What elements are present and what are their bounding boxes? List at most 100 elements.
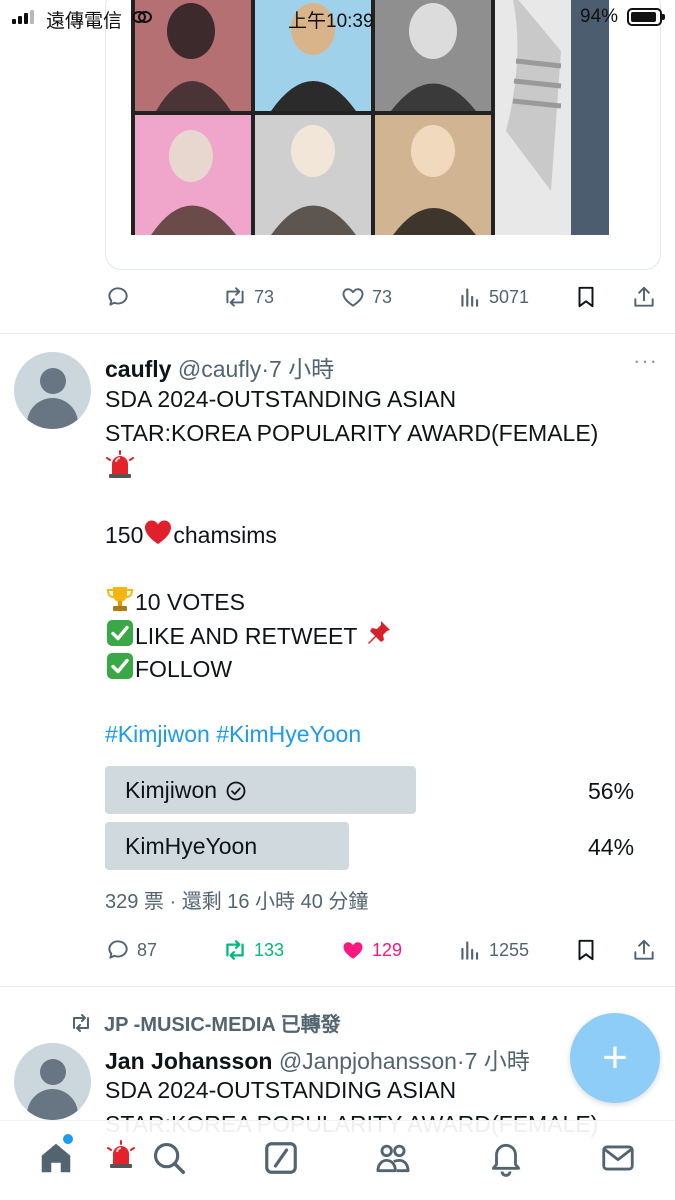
retweet-count: 133 — [254, 939, 285, 960]
like-retweet-line: LIKE AND RETWEET — [135, 622, 357, 649]
bottom-nav — [0, 1120, 675, 1200]
tweet-divider — [0, 986, 675, 987]
tweet-text-line: SDA 2024-OUTSTANDING ASIAN — [105, 1077, 457, 1103]
retweet-icon — [226, 287, 244, 307]
like-count: 129 — [372, 939, 403, 960]
carrier-name: 遠傳電信 — [46, 11, 123, 32]
poll-option-text: Kimjiwon — [125, 777, 218, 803]
header-separator: · — [261, 356, 269, 382]
reply-button[interactable] — [105, 277, 137, 317]
nav-grok[interactable] — [262, 1139, 302, 1179]
compose-button[interactable]: + — [570, 1013, 660, 1103]
tweet-header: Jan Johansson @Janpjohansson·7 小時 — [105, 1042, 530, 1076]
siren-emoji-icon — [107, 1140, 135, 1168]
previous-tweet-actions: 73 73 5071 — [105, 277, 661, 317]
siren-emoji-icon — [106, 450, 134, 478]
battery-percent: 94% — [580, 6, 619, 27]
retweet-context[interactable]: JP -MUSIC-MEDIA 已轉發 — [68, 1008, 341, 1037]
clock: 上午10:39 — [288, 11, 374, 32]
communities-icon — [376, 1144, 410, 1173]
avatar[interactable] — [14, 352, 91, 429]
poll-option-label[interactable]: KimHyeYoon — [125, 833, 257, 860]
check-circle-icon — [226, 781, 246, 800]
follow-line: FOLLOW — [135, 656, 233, 682]
like-button[interactable]: 73 — [340, 277, 392, 317]
avatar[interactable] — [14, 1043, 91, 1120]
tweet-divider — [0, 333, 675, 334]
tweet-time[interactable]: 7 小時 — [465, 1048, 530, 1074]
retweet-context-text: JP -MUSIC-MEDIA 已轉發 — [104, 1014, 341, 1036]
retweet-icon — [73, 1013, 89, 1032]
tweet-text-line: 150 chamsims — [105, 517, 650, 551]
share-button[interactable] — [631, 930, 657, 970]
retweet-button[interactable]: 133 — [222, 930, 284, 970]
author-name[interactable]: Jan Johansson — [105, 1048, 272, 1074]
poll-option-percent: 56% — [588, 778, 635, 804]
nav-search[interactable] — [150, 1139, 190, 1179]
reply-icon — [108, 940, 128, 959]
red-heart-emoji-icon — [145, 520, 172, 544]
views-icon — [461, 288, 479, 307]
link-icon — [132, 11, 152, 23]
like-button[interactable]: 129 — [340, 930, 402, 970]
search-icon — [153, 1142, 185, 1174]
reply-button[interactable]: 87 — [105, 930, 157, 970]
reply-icon — [108, 287, 128, 306]
nav-communities[interactable] — [374, 1139, 414, 1179]
tweet-header: caufly @caufly·7 小時 — [105, 350, 334, 384]
poll-option-label[interactable]: Kimjiwon — [125, 777, 247, 804]
poll-option-percent: 44% — [588, 834, 635, 860]
views-button[interactable]: 1255 — [457, 930, 529, 970]
author-name[interactable]: caufly — [105, 356, 171, 382]
share-button[interactable] — [631, 277, 657, 317]
tweet-time[interactable]: 7 小時 — [269, 356, 334, 382]
retweet-count: 73 — [254, 286, 275, 307]
share-icon — [634, 939, 654, 960]
tweet-actions: 87 133 129 1255 — [105, 930, 661, 970]
notifications-icon — [491, 1143, 521, 1177]
bookmark-icon — [578, 286, 594, 308]
bookmark-icon — [578, 939, 594, 961]
votes-line: 10 VOTES — [135, 589, 245, 615]
count-prefix: 150 — [105, 522, 144, 548]
status-bar: 遠傳電信 上午10:39 94% — [0, 0, 675, 36]
messages-icon — [602, 1145, 634, 1171]
like-count: 73 — [372, 286, 393, 307]
heart-icon — [342, 288, 364, 307]
cellular-signal-icon — [12, 10, 34, 24]
header-separator: · — [456, 1048, 465, 1074]
bookmark-button[interactable] — [573, 930, 599, 970]
battery-icon — [627, 8, 665, 26]
media-card[interactable] — [105, 0, 661, 270]
home-icon — [41, 1143, 71, 1173]
reply-count: 87 — [137, 939, 158, 960]
tweet-text-line: LIKE AND RETWEET — [105, 618, 650, 652]
tweet-text-line: SDA 2024-OUTSTANDING ASIAN — [105, 386, 457, 412]
tweet-text: SDA 2024-OUTSTANDING ASIAN STAR:KOREA PO… — [105, 383, 650, 752]
author-handle[interactable]: @caufly — [178, 356, 261, 382]
nav-messages[interactable] — [599, 1139, 639, 1179]
nav-home[interactable] — [37, 1139, 77, 1179]
share-icon — [634, 286, 654, 307]
retweet-button[interactable]: 73 — [222, 277, 274, 317]
nav-notifications[interactable] — [487, 1139, 527, 1179]
tweet-text-line: STAR:KOREA POPULARITY AWARD(FEMALE) — [105, 419, 599, 446]
poll-meta: 329 票 · 還剩 16 小時 40 分鐘 — [105, 891, 369, 913]
more-options-icon[interactable]: ··· — [633, 348, 658, 374]
check-mark-emoji-icon — [107, 653, 133, 679]
plus-icon: + — [602, 1033, 628, 1082]
retweet-icon — [226, 940, 244, 960]
hashtags[interactable]: #Kimjiwon #KimHyeYoon — [105, 718, 650, 752]
author-handle[interactable]: @Janpjohansson — [279, 1048, 457, 1074]
check-mark-emoji-icon — [107, 619, 133, 646]
tweet-text-line: 10 VOTES — [105, 584, 650, 618]
count-suffix: chamsims — [173, 522, 277, 548]
heart-icon — [343, 942, 363, 959]
grok-icon — [265, 1142, 297, 1174]
poll-option-text: KimHyeYoon — [125, 833, 258, 859]
pushpin-emoji-icon — [368, 620, 391, 644]
bookmark-button[interactable] — [573, 277, 599, 317]
home-unread-dot — [63, 1134, 73, 1144]
views-button[interactable]: 5071 — [457, 277, 529, 317]
trophy-emoji-icon — [106, 587, 134, 611]
